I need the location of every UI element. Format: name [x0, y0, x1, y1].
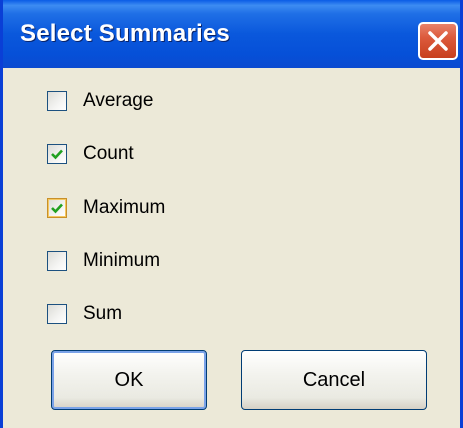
sum-checkbox[interactable] — [47, 304, 67, 324]
option-average[interactable]: Average — [47, 88, 267, 118]
option-maximum[interactable]: Maximum — [47, 195, 267, 225]
option-sum[interactable]: Sum — [47, 301, 267, 331]
option-label: Minimum — [83, 250, 161, 271]
minimum-checkbox[interactable] — [47, 251, 67, 271]
count-checkbox[interactable] — [47, 144, 67, 164]
close-button[interactable] — [418, 22, 458, 60]
title-bar[interactable]: Select Summaries — [3, 0, 460, 68]
ok-button[interactable]: OK — [51, 350, 207, 410]
cancel-button[interactable]: Cancel — [241, 350, 427, 410]
close-icon — [428, 31, 448, 51]
option-label: Average — [83, 90, 154, 111]
checkmark-icon — [51, 203, 63, 214]
checkmark-icon — [51, 149, 63, 160]
option-label: Maximum — [83, 197, 166, 218]
option-label: Count — [83, 143, 134, 164]
average-checkbox[interactable] — [47, 91, 67, 111]
dialog-title: Select Summaries — [20, 20, 230, 47]
dialog-window: Select Summaries Average Count Maximum M… — [0, 0, 463, 428]
option-count[interactable]: Count — [47, 141, 267, 171]
option-label: Sum — [83, 303, 123, 324]
option-minimum[interactable]: Minimum — [47, 248, 267, 278]
maximum-checkbox[interactable] — [47, 198, 67, 218]
